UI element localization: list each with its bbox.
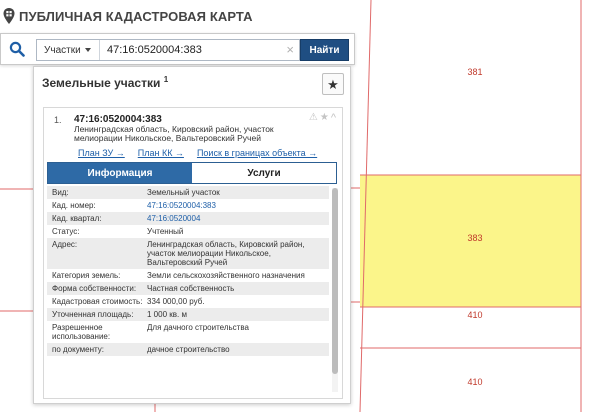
panel-title-text: Земельные участки xyxy=(42,76,161,90)
card-actions: ⚠ ★ ^ xyxy=(309,113,336,124)
parcel-label-381: 381 xyxy=(467,67,482,77)
property-value[interactable]: 47:16:0520004:383 xyxy=(147,201,329,210)
property-row: Вид: Земельный участок xyxy=(47,186,329,199)
map-pin-logo-icon xyxy=(3,8,15,24)
property-row: Кад. номер: 47:16:0520004:383 xyxy=(47,199,329,212)
property-key: Форма собственности: xyxy=(52,284,137,293)
property-row: Адрес: Ленинградская область, Кировский р… xyxy=(47,238,329,269)
result-number: 1. xyxy=(54,115,62,125)
property-key: Категория земель: xyxy=(52,271,121,280)
property-value: Для дачного строительства xyxy=(147,323,249,332)
property-key: Кад. квартал: xyxy=(52,214,102,223)
properties-scrollbar[interactable] xyxy=(332,188,338,392)
property-key: Уточненная площадь: xyxy=(52,310,134,319)
property-value: Земли сельскохозяйственного назначения xyxy=(147,271,305,280)
scroll-thumb[interactable] xyxy=(332,188,338,374)
property-key: Вид: xyxy=(52,188,69,197)
search-type-label: Участки xyxy=(44,44,81,56)
property-key: Разрешенное использование: xyxy=(52,323,111,341)
plan-kk-link[interactable]: План КК → xyxy=(138,148,184,158)
parcel-label-383: 383 xyxy=(467,233,482,243)
property-row: Кад. квартал: 47:16:0520004 xyxy=(47,212,329,225)
star-icon: ★ xyxy=(327,76,339,92)
parcel-label-410-a: 410 xyxy=(467,310,482,320)
favorites-button[interactable]: ★ xyxy=(322,73,344,95)
search-input[interactable] xyxy=(103,41,287,59)
property-value: Частная собственность xyxy=(147,284,235,293)
properties-table: Вид: Земельный участок Кад. номер: 47:16:05… xyxy=(47,186,329,392)
results-count: 1 xyxy=(163,75,169,84)
property-key: Кадастровая стоимость: xyxy=(52,297,143,306)
plan-zu-link[interactable]: План ЗУ → xyxy=(78,148,125,158)
search-field: Участки × xyxy=(36,39,300,61)
app-title: ПУБЛИЧНАЯ КАДАСТРОВАЯ КАРТА xyxy=(19,8,253,24)
result-card: 1. 47:16:0520004:383 Ленинградская облас… xyxy=(43,107,343,399)
property-value: Ленинградская область, Кировский район, … xyxy=(147,240,305,267)
result-links: План ЗУ → План КК → Поиск в границах объ… xyxy=(78,148,317,158)
property-value[interactable]: 47:16:0520004 xyxy=(147,214,329,223)
panel-title: Земельные участки 1 xyxy=(42,75,168,90)
property-row: Уточненная площадь: 1 000 кв. м xyxy=(47,308,329,321)
property-row: Форма собственности: Частная собственност… xyxy=(47,282,329,295)
property-value: 334 000,00 руб. xyxy=(147,297,205,306)
property-row: Категория земель: Земли сельскохозяйствен… xyxy=(47,269,329,282)
search-bounds-link[interactable]: Поиск в границах объекта → xyxy=(197,148,317,158)
app-header: ПУБЛИЧНАЯ КАДАСТРОВАЯ КАРТА xyxy=(0,0,300,32)
result-address: Ленинградская область, Кировский район, … xyxy=(74,124,274,143)
search-icon[interactable] xyxy=(9,41,25,57)
property-value: дачное строительство xyxy=(147,345,230,354)
collapse-icon[interactable]: ^ xyxy=(331,113,336,124)
property-row: Кадастровая стоимость: 334 000,00 руб. xyxy=(47,295,329,308)
info-tabs: Информация Услуги xyxy=(47,162,337,184)
chevron-down-icon xyxy=(84,48,91,52)
property-value: 1 000 кв. м xyxy=(147,310,187,319)
favorite-star-icon[interactable]: ★ xyxy=(320,113,329,123)
clear-icon[interactable]: × xyxy=(286,42,294,58)
property-key: Адрес: xyxy=(52,240,78,249)
property-key: Кад. номер: xyxy=(52,201,96,210)
property-key: по документу: xyxy=(52,345,104,354)
property-row: Статус: Учтенный xyxy=(47,225,329,238)
search-bar: Участки × Найти xyxy=(0,33,355,65)
property-row: Разрешенное использование: Для дачного ст… xyxy=(47,321,329,343)
property-row: по документу: дачное строительство xyxy=(47,343,329,356)
warning-icon[interactable]: ⚠ xyxy=(309,113,318,123)
parcel-label-410-b: 410 xyxy=(467,377,482,387)
property-value: Учтенный xyxy=(147,227,184,236)
results-panel: Земельные участки 1 ★ 1. 47:16:0520004:3… xyxy=(33,66,351,404)
property-key: Статус: xyxy=(52,227,80,236)
search-type-dropdown[interactable]: Участки xyxy=(37,40,100,60)
property-value: Земельный участок xyxy=(147,188,220,197)
tab-info[interactable]: Информация xyxy=(48,163,192,183)
tab-services[interactable]: Услуги xyxy=(192,163,336,183)
search-button[interactable]: Найти xyxy=(300,39,349,61)
